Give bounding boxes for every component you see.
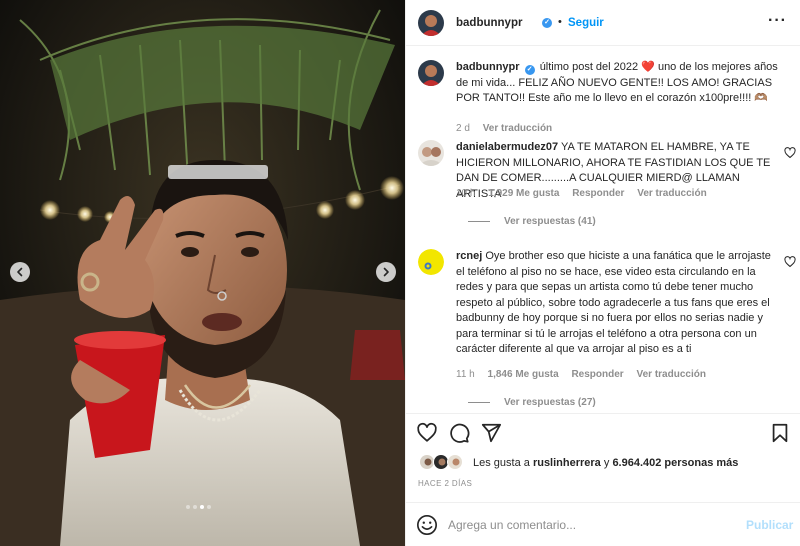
- carousel-dot: [200, 505, 204, 509]
- avatar-image: [418, 249, 444, 275]
- view-replies-button[interactable]: Ver respuestas (27): [468, 397, 596, 408]
- caption-username[interactable]: badbunnypr: [456, 61, 520, 73]
- reply-button[interactable]: Responder: [571, 369, 623, 380]
- post-media[interactable]: [0, 0, 405, 546]
- chevron-right-icon: [383, 267, 389, 277]
- view-replies-label: Ver respuestas (27): [504, 397, 596, 408]
- comment: danielabermudez07 YA TE MATARON EL HAMBR…: [418, 140, 796, 235]
- comment-like-heart-icon[interactable]: [784, 256, 796, 268]
- comment-avatar[interactable]: [418, 140, 444, 166]
- avatar-image: [418, 60, 444, 86]
- action-bar: [406, 413, 800, 449]
- comment-icon[interactable]: [448, 422, 470, 444]
- author-username[interactable]: badbunnypr: [456, 17, 522, 29]
- comment-input[interactable]: [448, 513, 738, 537]
- carousel-dot: [186, 505, 190, 509]
- comments-scroll-area[interactable]: badbunnypr ✓ último post del 2022 ❤️ uno…: [406, 47, 800, 413]
- comment-meta: 11 h 1,846 Me gusta Responder Ver traduc…: [456, 369, 716, 380]
- emoji-icon[interactable]: [416, 514, 438, 536]
- carousel-dot: [207, 505, 211, 509]
- chevron-left-icon: [17, 267, 23, 277]
- carousel-dot: [193, 505, 197, 509]
- comment-username[interactable]: rcnej: [456, 250, 482, 262]
- comment-meta: 10 h 1,929 Me gusta Responder Ver traduc…: [456, 188, 717, 199]
- post-details-panel: badbunnypr ✓ • Seguir ··· badbunnypr ✓ ú…: [405, 0, 800, 546]
- post-photo: [0, 0, 405, 546]
- caption-meta: 2 d Ver traducción: [456, 123, 562, 134]
- author-avatar[interactable]: [418, 10, 444, 36]
- caption-time: 2 d: [456, 123, 470, 134]
- view-replies-label: Ver respuestas (41): [504, 216, 596, 227]
- replies-line: [468, 220, 490, 222]
- liker-username[interactable]: ruslinherrera: [533, 457, 601, 469]
- comment-text-block: rcnej Oye brother eso que hiciste a una …: [456, 249, 778, 358]
- caption: badbunnypr ✓ último post del 2022 ❤️ uno…: [418, 60, 793, 135]
- comment-composer: Publicar: [406, 502, 800, 546]
- comment-avatar[interactable]: [418, 249, 444, 275]
- comment-username[interactable]: danielabermudez07: [456, 141, 558, 153]
- carousel-indicator: [186, 505, 211, 509]
- likes-text: Les gusta a ruslinherrera y 6.964.402 pe…: [473, 457, 738, 469]
- publish-button[interactable]: Publicar: [746, 518, 793, 532]
- post-date: HACE 2 DÍAS: [418, 479, 473, 488]
- likes-prefix: Les gusta a: [473, 457, 530, 469]
- comment-like-heart-icon[interactable]: [784, 147, 796, 159]
- caption-translate-link[interactable]: Ver traducción: [483, 123, 552, 134]
- share-icon[interactable]: [480, 422, 502, 444]
- follow-button[interactable]: Seguir: [568, 17, 604, 29]
- comment: rcnej Oye brother eso que hiciste a una …: [418, 249, 796, 413]
- heart-icon[interactable]: [416, 422, 438, 444]
- translate-link[interactable]: Ver traducción: [636, 369, 705, 380]
- avatar-image: [418, 140, 444, 166]
- likes-middle: y: [603, 457, 610, 469]
- comment-time: 10 h: [456, 188, 476, 199]
- reply-button[interactable]: Responder: [572, 188, 624, 199]
- separator-dot: •: [558, 16, 562, 28]
- bookmark-icon[interactable]: [769, 422, 791, 444]
- likes-summary[interactable]: Les gusta a ruslinherrera y 6.964.402 pe…: [406, 452, 800, 476]
- post-header: badbunnypr ✓ • Seguir ···: [406, 0, 800, 46]
- likes-count[interactable]: 6.964.402 personas más: [612, 457, 738, 469]
- replies-line: [468, 401, 490, 403]
- more-options-button[interactable]: ···: [768, 12, 787, 30]
- avatar-image: [448, 455, 462, 469]
- liker-avatar: [447, 454, 463, 470]
- verified-badge-icon: ✓: [542, 18, 552, 28]
- view-replies-button[interactable]: Ver respuestas (41): [468, 216, 596, 227]
- comment-likes-count[interactable]: 1,929 Me gusta: [488, 188, 559, 199]
- previous-photo-button[interactable]: [10, 262, 30, 282]
- next-photo-button[interactable]: [376, 262, 396, 282]
- caption-text-block: badbunnypr ✓ último post del 2022 ❤️ uno…: [456, 60, 778, 107]
- comment-time: 11 h: [456, 369, 475, 380]
- avatar-image: [418, 10, 444, 36]
- comment-text: Oye brother eso que hiciste a una fanáti…: [456, 250, 771, 355]
- comment-likes-count[interactable]: 1,846 Me gusta: [488, 369, 559, 380]
- caption-avatar[interactable]: [418, 60, 444, 86]
- translate-link[interactable]: Ver traducción: [637, 188, 706, 199]
- verified-badge-icon: ✓: [524, 65, 535, 75]
